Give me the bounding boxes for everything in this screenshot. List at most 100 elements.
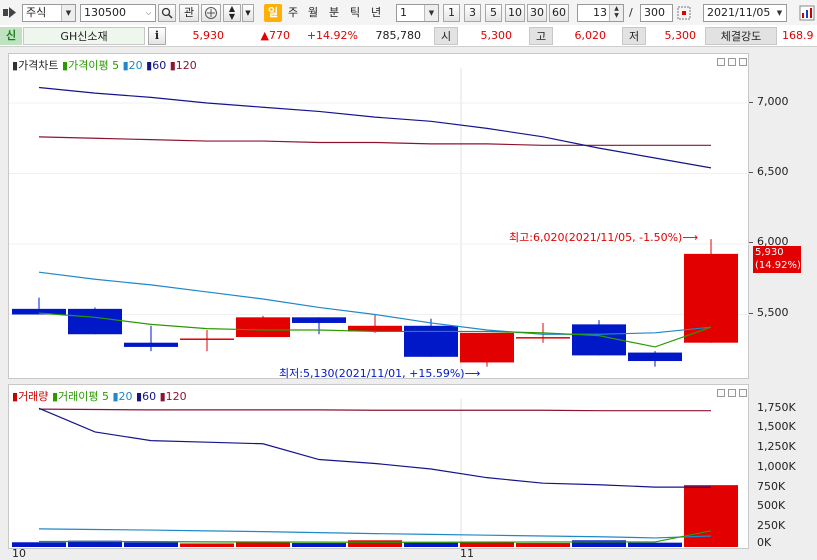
interval-5-button[interactable]: 5 bbox=[485, 4, 502, 22]
panel-toggle-icon[interactable] bbox=[3, 7, 17, 18]
volume-bar bbox=[180, 543, 234, 547]
vol-tick-1000k: 1,000K bbox=[757, 460, 796, 473]
range-total-input[interactable]: 300 bbox=[640, 4, 673, 22]
x-label-november: 11 bbox=[460, 547, 474, 560]
candle-body bbox=[236, 317, 290, 338]
interval-1-button[interactable]: 1 bbox=[443, 4, 460, 22]
price-axis: 7,000 6,500 6,000 5,500 5,930 (14.92%) bbox=[749, 53, 817, 379]
maximize-icon[interactable] bbox=[728, 389, 736, 397]
candle-body bbox=[292, 317, 346, 323]
trade-volume: 785,780 bbox=[375, 29, 422, 42]
range-separator: / bbox=[629, 6, 633, 19]
volume-axis: 1,750K 1,500K 1,250K 1,000K 750K 500K 25… bbox=[749, 384, 817, 549]
low-annotation: 최저:5,130(2021/11/01, +15.59%)⟶ bbox=[279, 367, 481, 380]
spin-icon: ▲ ▼ bbox=[609, 5, 623, 21]
legend-vol-ma20: 20 bbox=[118, 390, 133, 403]
tick-mark bbox=[749, 313, 753, 314]
search-icon bbox=[161, 7, 173, 19]
vol-tick-250k: 250K bbox=[757, 519, 786, 532]
maximize-icon[interactable] bbox=[728, 58, 736, 66]
period-minute[interactable]: 분 bbox=[325, 4, 343, 22]
vol-ma20-line bbox=[38, 528, 712, 539]
close-icon[interactable] bbox=[739, 389, 747, 397]
period-day[interactable]: 일 bbox=[264, 4, 282, 22]
stock-code-value: 130500 bbox=[84, 6, 126, 19]
chevron-down-icon: ▼ bbox=[773, 5, 786, 21]
high-annotation: 최고:6,020(2021/11/05, -1.50%)⟶ bbox=[509, 231, 699, 244]
chart-type-icon[interactable] bbox=[799, 5, 815, 21]
legend-vol-ma120: 120 bbox=[165, 390, 187, 403]
open-label: 시 bbox=[434, 27, 458, 45]
market-select[interactable]: 주식 ▼ bbox=[22, 4, 76, 22]
vol-tick-1750k: 1,750K bbox=[757, 401, 796, 414]
volume-panel[interactable]: ▮거래량 ▮거래이평 5 ▮20 ▮60 ▮120 bbox=[8, 384, 749, 550]
period-week[interactable]: 주 bbox=[284, 4, 302, 22]
price-change-pct: +14.92% bbox=[306, 29, 358, 42]
period-month[interactable]: 월 bbox=[304, 4, 322, 22]
search-button[interactable] bbox=[158, 4, 176, 22]
tick-mark bbox=[749, 102, 753, 103]
quote-bar: 신 GH신소재 i 5,930 ▲770 +14.92% 785,780 시 5… bbox=[0, 25, 817, 47]
minimize-icon[interactable] bbox=[717, 58, 725, 66]
legend-ma20: 20 bbox=[128, 59, 143, 72]
chevron-down-icon: ▼ bbox=[424, 5, 438, 21]
open-price: 5,300 bbox=[480, 29, 513, 42]
link-button[interactable] bbox=[201, 4, 221, 22]
volume-chart bbox=[12, 399, 738, 550]
candle-body bbox=[628, 352, 682, 362]
tick-mark bbox=[749, 172, 753, 173]
volume-bar bbox=[124, 542, 178, 547]
interval-select[interactable]: 1 ▼ bbox=[396, 4, 439, 22]
low-price: 5,300 bbox=[664, 29, 697, 42]
range-count-input[interactable]: 13 ▲ ▼ bbox=[577, 4, 624, 22]
credit-tag: 신 bbox=[0, 27, 22, 45]
price-tick-5500: 5,500 bbox=[757, 306, 789, 319]
candle-body bbox=[404, 325, 458, 357]
low-label: 저 bbox=[622, 27, 646, 45]
price-change: ▲770 bbox=[260, 29, 290, 42]
interval-3-button[interactable]: 3 bbox=[464, 4, 481, 22]
market-select-label: 주식 bbox=[26, 6, 47, 19]
vol-ma60-line bbox=[38, 407, 711, 488]
strength-label: 체결강도 bbox=[705, 27, 777, 45]
related-button[interactable]: 관 bbox=[179, 4, 199, 22]
ma60-line bbox=[38, 86, 712, 169]
high-price: 6,020 bbox=[574, 29, 607, 42]
chevron-down-icon: ⌵ bbox=[142, 5, 155, 21]
legend-vol-ma60: 60 bbox=[142, 390, 157, 403]
arrow-down-icon: ▼ bbox=[228, 12, 236, 21]
spin-button[interactable]: ▲ ▼ bbox=[223, 4, 241, 22]
candle-body bbox=[516, 337, 570, 339]
chevron-down-icon: ▼ bbox=[245, 9, 251, 17]
price-chart bbox=[9, 68, 750, 380]
legend-vol-ma5: 거래이평 5 bbox=[58, 390, 109, 403]
options-dropdown-button[interactable]: ▼ bbox=[242, 4, 254, 22]
period-year[interactable]: 년 bbox=[367, 4, 385, 22]
interval-10-button[interactable]: 10 bbox=[505, 4, 525, 22]
legend-price-chart: 가격차트 bbox=[18, 59, 59, 72]
price-tick-6500: 6,500 bbox=[757, 165, 789, 178]
high-label: 고 bbox=[529, 27, 553, 45]
price-panel[interactable]: ▮가격차트 ▮가격이평 5 ▮20 ▮60 ▮120 최고:6,020(2021… bbox=[8, 53, 750, 380]
close-icon[interactable] bbox=[739, 58, 747, 66]
volume-bar bbox=[516, 543, 570, 547]
candle-body bbox=[180, 338, 234, 340]
vol-tick-1500k: 1,500K bbox=[757, 420, 796, 433]
date-picker[interactable]: 2021/11/05 ▼ bbox=[703, 4, 787, 22]
volume-bar bbox=[684, 485, 738, 547]
minimize-icon[interactable] bbox=[717, 389, 725, 397]
interval-60-button[interactable]: 60 bbox=[549, 4, 569, 22]
price-tick-7000: 7,000 bbox=[757, 95, 789, 108]
current-price: 5,930 bbox=[192, 29, 225, 42]
candle-body bbox=[124, 342, 178, 347]
stock-info-button[interactable]: i bbox=[148, 27, 166, 45]
vol-tick-500k: 500K bbox=[757, 499, 786, 512]
legend-volume: 거래량 bbox=[18, 390, 49, 403]
related-button-label: 관 bbox=[183, 6, 195, 19]
stock-code-input[interactable]: 130500 ⌵ bbox=[80, 4, 156, 22]
legend-ma5: 가격이평 5 bbox=[68, 59, 120, 72]
chart-toolbar: 주식 ▼ 130500 ⌵ 관 ▲ ▼ ▼ 일 주 월 분 틱 년 1 ▼ 1 3… bbox=[0, 0, 817, 26]
period-tick[interactable]: 틱 bbox=[346, 4, 364, 22]
zoom-icon[interactable] bbox=[676, 5, 692, 21]
interval-30-button[interactable]: 30 bbox=[527, 4, 547, 22]
